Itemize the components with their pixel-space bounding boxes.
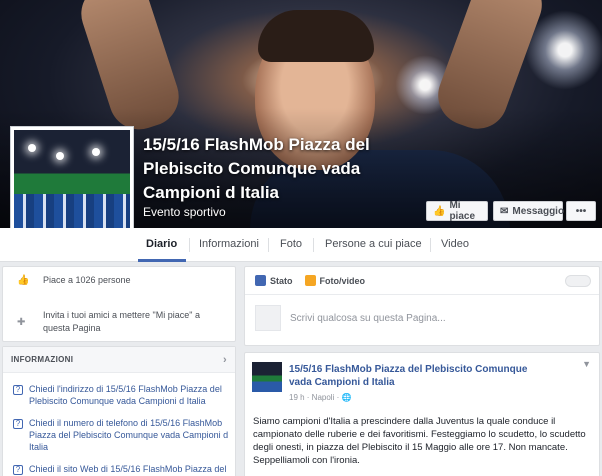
post-card: 15/5/16 FlashMob Piazza del Plebiscito C… [244,352,600,476]
question-icon: ? [13,465,23,475]
player-hair [258,10,374,62]
info-item-text: Chiedi il sito Web di 15/5/16 FlashMob P… [29,464,227,474]
post-author-name[interactable]: 15/5/16 FlashMob Piazza del Plebiscito C… [289,363,549,389]
tab-divider [189,238,190,252]
pencil-icon [255,275,266,286]
info-item[interactable]: ? Chiedi il numero di telefono di 15/5/1… [13,417,233,453]
tab-divider [313,238,314,252]
chevron-right-icon: › [223,353,227,366]
stadium-light [92,148,100,156]
info-item[interactable]: ? Chiedi il sito Web di 15/5/16 FlashMob… [13,463,233,475]
tab-divider [268,238,269,252]
info-card-title: INFORMAZIONI [11,355,74,364]
more-icon: ••• [575,205,587,217]
post-body: Siamo campioni d'Italia a prescindere da… [253,416,586,466]
tab-photo-video[interactable]: Foto/video [304,275,366,286]
question-icon: ? [13,385,23,395]
page-tab-bar: Diario Informazioni Foto Persone a cui p… [0,228,602,262]
message-button-label: Messaggio [512,205,565,217]
active-tab-indicator [138,259,186,262]
composer-toggle[interactable] [565,275,591,287]
info-item-text: Chiedi l'indirizzo di 15/5/16 FlashMob P… [29,384,222,406]
tab-status[interactable]: Stato [255,275,293,286]
photo-icon [304,275,316,286]
tab-divider [430,238,431,252]
composer-tabs: Stato Foto/video [245,267,599,295]
info-item[interactable]: ? Chiedi l'indirizzo di 15/5/16 FlashMob… [13,383,233,407]
tab-foto[interactable]: Foto [280,238,302,250]
like-count-icon: 👍 [17,275,30,286]
stadium-light [56,152,64,160]
message-icon: ✉ [500,205,509,217]
invite-friends-icon: ✚ [17,317,26,328]
message-button[interactable]: ✉ Messaggio [493,201,565,221]
page-category[interactable]: Evento sportivo [143,205,226,219]
tab-informazioni[interactable]: Informazioni [199,238,259,250]
about-card: 👍 Piace a 1026 persone ✚ Invita i tuoi a… [2,266,236,342]
like-button-label: Mi piace [449,200,476,222]
info-card-header[interactable]: INFORMAZIONI › [3,347,235,373]
tab-persone[interactable]: Persone a cui piace [325,238,422,250]
composer-input[interactable]: Scrivi qualcosa su questa Pagina... [290,313,446,324]
page-title: 15/5/16 FlashMob Piazza del Plebiscito C… [143,135,370,202]
post-composer: Stato Foto/video Scrivi qualcosa su ques… [244,266,600,346]
info-item-text: Chiedi il numero di telefono di 15/5/16 … [29,418,229,452]
photo-video-label: Foto/video [319,276,366,286]
post-author-avatar[interactable] [252,362,282,392]
chevron-down-icon[interactable]: ▼ [582,359,591,369]
thumbs-up-icon: 👍 [433,205,446,217]
like-button[interactable]: 👍 Mi piace [426,200,488,222]
tab-video[interactable]: Video [441,238,469,250]
info-card: INFORMAZIONI › ? Chiedi l'indirizzo di 1… [2,346,236,476]
more-options-button[interactable]: ••• [566,201,596,221]
question-icon: ? [13,419,23,429]
post-meta[interactable]: 19 h · Napoli · 🌐 [289,393,351,402]
tab-diario[interactable]: Diario [146,238,177,250]
invite-friends-link[interactable]: Invita i tuoi amici a mettere "Mi piace"… [43,309,229,335]
stadium-light [28,144,36,152]
likes-count: Piace a 1026 persone [43,275,131,285]
status-label: Stato [270,276,293,286]
avatar [255,305,281,331]
